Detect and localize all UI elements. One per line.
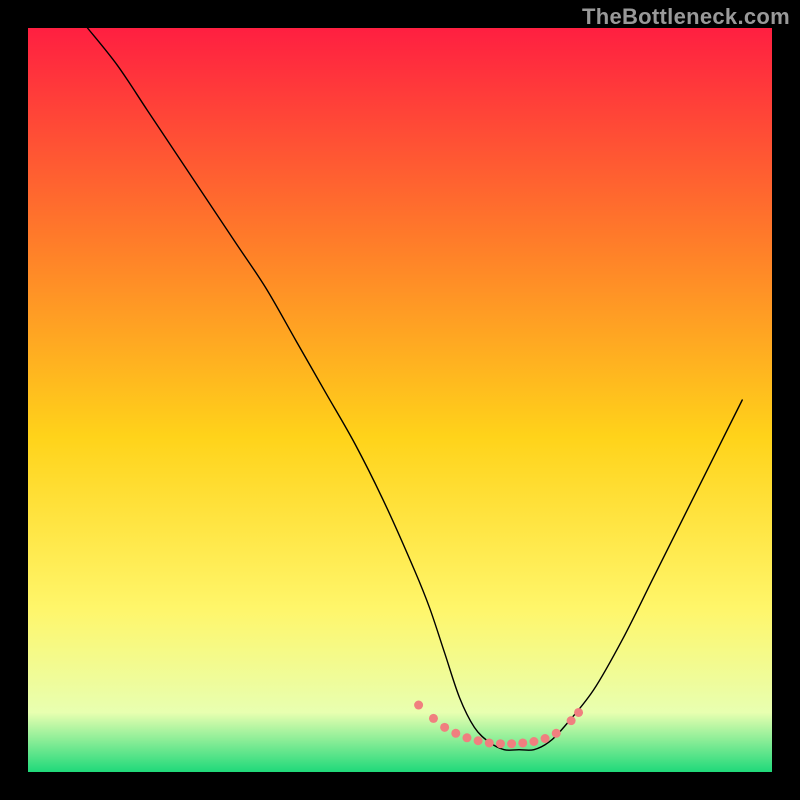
highlight-dot	[414, 701, 423, 710]
highlight-dot	[496, 739, 505, 748]
highlight-dot	[529, 737, 538, 746]
highlight-dot	[485, 738, 494, 747]
highlight-dot	[574, 708, 583, 717]
highlight-dot	[567, 716, 576, 725]
highlight-dot	[541, 734, 550, 743]
watermark-label: TheBottleneck.com	[582, 4, 790, 30]
highlight-dot	[474, 736, 483, 745]
gradient-background	[28, 28, 772, 772]
highlight-dot	[462, 733, 471, 742]
bottleneck-plot	[0, 0, 800, 800]
highlight-dot	[451, 729, 460, 738]
highlight-dot	[507, 739, 516, 748]
highlight-dot	[518, 738, 527, 747]
chart-root: TheBottleneck.com	[0, 0, 800, 800]
highlight-dot	[429, 714, 438, 723]
highlight-dot	[440, 723, 449, 732]
highlight-dot	[552, 729, 561, 738]
